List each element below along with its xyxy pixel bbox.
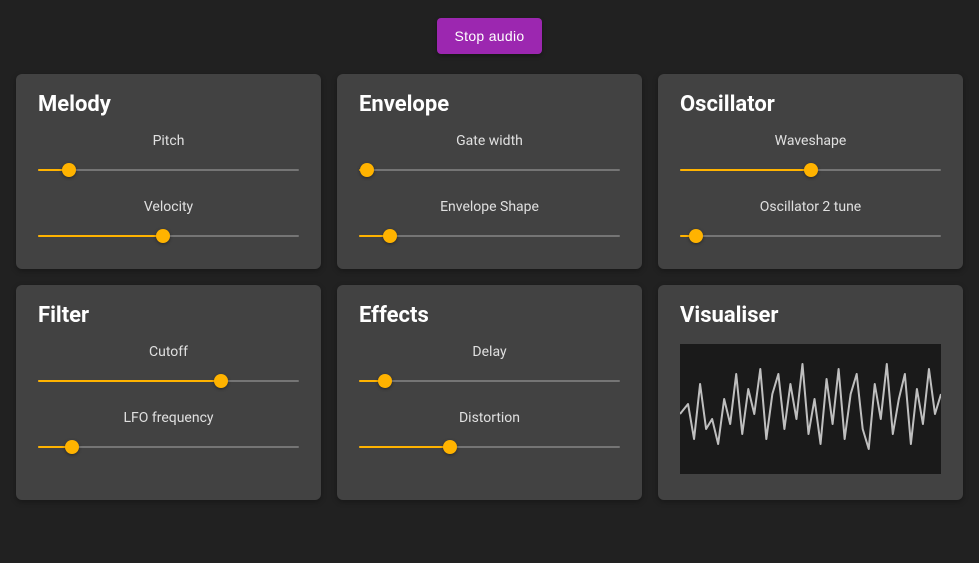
label-lfo-frequency: LFO frequency [38,410,299,426]
label-osc2-tune: Oscillator 2 tune [680,199,941,215]
stop-audio-button[interactable]: Stop audio [437,18,543,54]
slider-distortion[interactable] [359,440,620,454]
card-visualiser: Visualiser [658,285,963,500]
slider-pitch[interactable] [38,163,299,177]
label-gate-width: Gate width [359,133,620,149]
card-title-melody: Melody [38,92,299,117]
slider-lfo-frequency[interactable] [38,440,299,454]
label-cutoff: Cutoff [38,344,299,360]
slider-gate-width[interactable] [359,163,620,177]
control-cutoff: Cutoff [38,344,299,388]
card-title-filter: Filter [38,303,299,328]
control-distortion: Distortion [359,410,620,454]
visualiser-canvas [680,344,941,474]
control-osc2-tune: Oscillator 2 tune [680,199,941,243]
label-waveshape: Waveshape [680,133,941,149]
card-title-oscillator: Oscillator [680,92,941,117]
control-envelope-shape: Envelope Shape [359,199,620,243]
control-gate-width: Gate width [359,133,620,177]
label-distortion: Distortion [359,410,620,426]
label-velocity: Velocity [38,199,299,215]
slider-osc2-tune[interactable] [680,229,941,243]
card-melody: Melody Pitch Velocity [16,74,321,269]
control-lfo-frequency: LFO frequency [38,410,299,454]
card-effects: Effects Delay Distortion [337,285,642,500]
slider-delay[interactable] [359,374,620,388]
slider-envelope-shape[interactable] [359,229,620,243]
slider-velocity[interactable] [38,229,299,243]
control-waveshape: Waveshape [680,133,941,177]
label-envelope-shape: Envelope Shape [359,199,620,215]
control-pitch: Pitch [38,133,299,177]
card-title-visualiser: Visualiser [680,303,941,328]
slider-cutoff[interactable] [38,374,299,388]
card-filter: Filter Cutoff LFO frequency [16,285,321,500]
card-title-envelope: Envelope [359,92,620,117]
control-velocity: Velocity [38,199,299,243]
card-envelope: Envelope Gate width Envelope Shape [337,74,642,269]
controls-grid: Melody Pitch Velocity Envelope Gate widt… [0,74,979,500]
slider-waveshape[interactable] [680,163,941,177]
card-oscillator: Oscillator Waveshape Oscillator 2 tune [658,74,963,269]
card-title-effects: Effects [359,303,620,328]
control-delay: Delay [359,344,620,388]
label-pitch: Pitch [38,133,299,149]
label-delay: Delay [359,344,620,360]
